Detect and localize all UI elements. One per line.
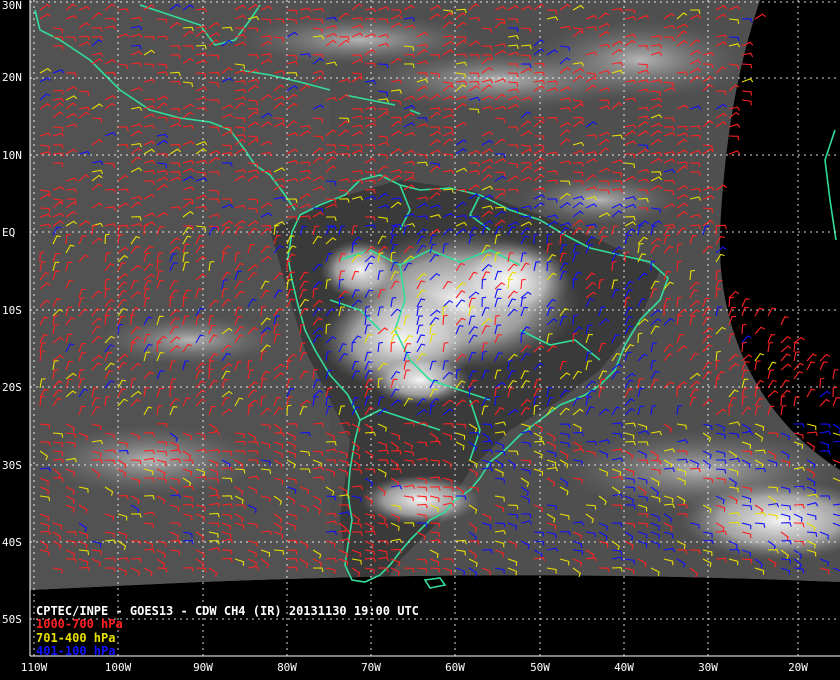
wind-barb [780, 336, 792, 344]
wind-barb [832, 423, 840, 433]
wind-barb [728, 123, 741, 128]
lat-label: 20N [2, 71, 22, 84]
wind-barb [754, 353, 765, 362]
wind-barb [819, 423, 831, 429]
lon-label: 100W [104, 661, 132, 674]
wind-barb [832, 369, 839, 380]
lon-label: 30W [698, 661, 718, 674]
wind-barb [728, 306, 736, 317]
wind-barb [741, 323, 747, 335]
wind-barb [780, 395, 786, 407]
wind-barb [780, 353, 791, 362]
legend-entry-high: 401-100 hPa [36, 644, 116, 658]
lon-label: 60W [445, 661, 465, 674]
wind-barb [832, 432, 840, 436]
wind-barb [754, 307, 764, 317]
wind-barb [780, 389, 791, 398]
lat-label: 20S [2, 381, 22, 394]
wind-barb [741, 298, 750, 308]
wind-barb [767, 341, 774, 353]
legend-entry-mid: 701-400 hPa [36, 631, 116, 645]
wind-barb [767, 390, 779, 398]
lon-label: 40W [614, 661, 634, 674]
wind-barb [819, 361, 828, 371]
wind-barb [819, 441, 830, 449]
wind-barb [819, 430, 832, 436]
wind-barb [806, 388, 816, 398]
wind-barb [767, 334, 776, 344]
lon-label: 110W [20, 661, 48, 674]
wind-barb [728, 291, 740, 299]
wind-barb [780, 345, 792, 353]
wind-barb [780, 363, 792, 371]
wind-barb [793, 336, 805, 344]
wind-barb [741, 99, 752, 106]
satellite-wind-map: 30N 20N 10N EQ 10S 20S 30S 40S 50S 110W … [0, 0, 840, 680]
wind-barb [793, 351, 800, 362]
lat-label: 50S [2, 613, 22, 626]
wind-barb [741, 354, 753, 362]
wind-barb [793, 370, 804, 380]
wind-barb [832, 386, 838, 398]
wind-barb [741, 63, 753, 69]
wind-barb [728, 296, 734, 308]
product-caption: CPTEC/INPE - GOES13 - CDW CH4 (IR) 20131… [36, 604, 419, 618]
lat-label: EQ [2, 226, 16, 239]
wind-barb [819, 353, 831, 362]
wind-barb [754, 360, 761, 371]
lon-label: 70W [361, 661, 381, 674]
wind-barb [819, 450, 831, 455]
wind-barb [741, 78, 754, 83]
wind-barb [793, 362, 804, 371]
lat-label: 10N [2, 149, 22, 162]
wind-barb [780, 405, 787, 416]
wind-barb [806, 423, 817, 431]
wind-barb [806, 431, 818, 436]
lon-label: 90W [193, 661, 213, 674]
map-canvas [29, 0, 840, 657]
lat-label: 10S [2, 304, 22, 317]
lon-label: 80W [277, 661, 297, 674]
lon-label: 50W [530, 661, 550, 674]
lat-label: 30S [2, 459, 22, 472]
wind-barb [806, 353, 817, 362]
wind-barb [767, 361, 777, 371]
wind-barb [767, 307, 777, 317]
wind-barb [793, 423, 805, 428]
satellite-image [30, 0, 840, 590]
wind-barb [767, 369, 775, 380]
lon-label: 20W [788, 661, 808, 674]
wind-barb [741, 90, 753, 96]
wind-barb [832, 440, 840, 443]
wind-barb [741, 306, 749, 317]
wind-barb [754, 13, 766, 20]
wind-barb [728, 135, 740, 141]
wind-barb [780, 379, 790, 389]
lat-label: 30N [2, 0, 22, 12]
wind-barb [793, 396, 800, 407]
wind-barb [819, 390, 831, 398]
lat-label: 40S [2, 536, 22, 549]
wind-barb [754, 326, 765, 335]
wind-barb [741, 341, 747, 353]
wind-barb [806, 361, 816, 371]
legend-entry-low: 1000-700 hPa [36, 617, 123, 631]
wind-barb [780, 316, 789, 326]
wind-barb [728, 150, 741, 155]
wind-barb [819, 398, 831, 407]
wind-barb [741, 335, 752, 344]
wind-barb [832, 397, 840, 407]
